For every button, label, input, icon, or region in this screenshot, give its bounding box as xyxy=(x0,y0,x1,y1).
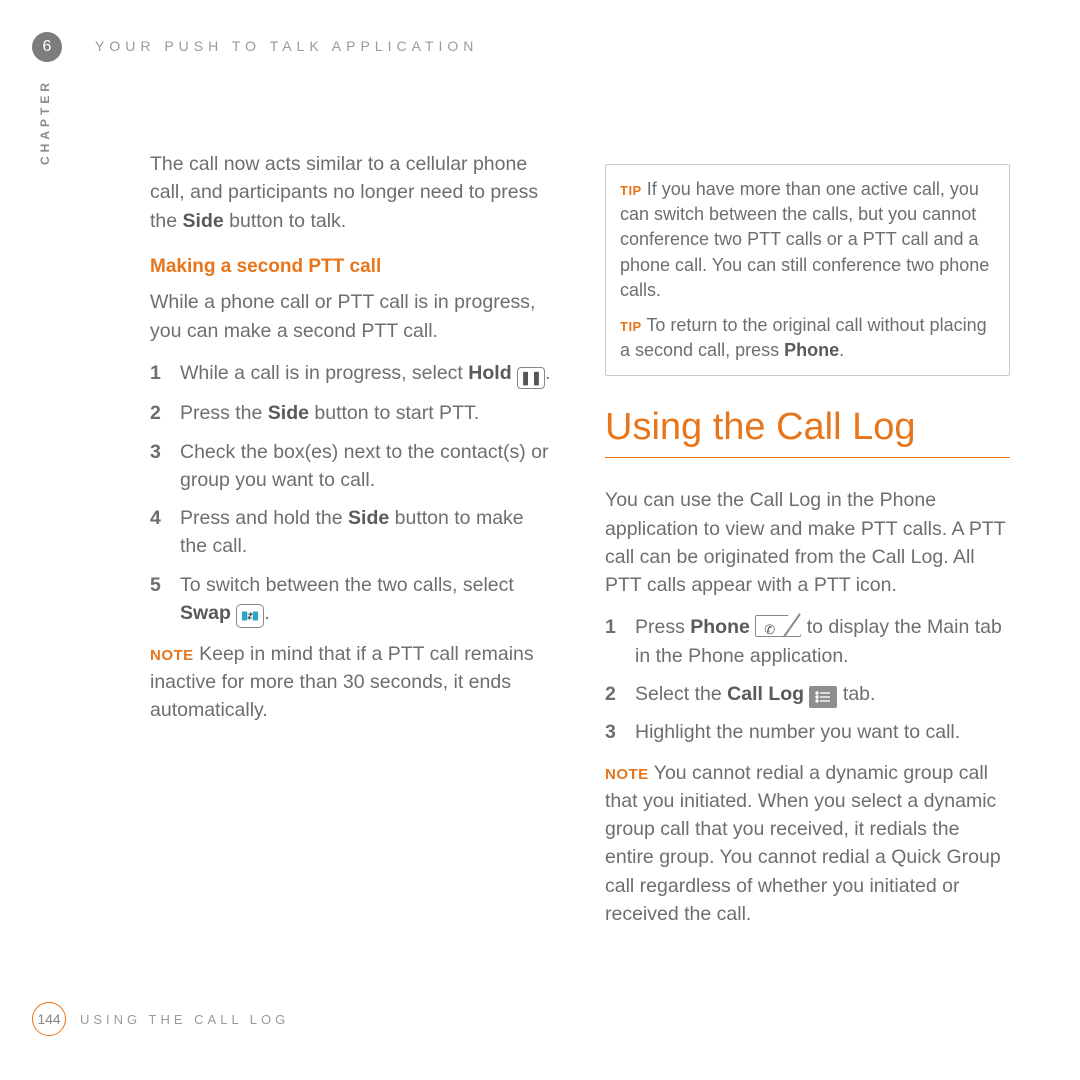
bold-calllog: Call Log xyxy=(727,683,804,705)
text: Press and hold the xyxy=(180,507,348,529)
bold-side: Side xyxy=(183,210,224,232)
bold-side: Side xyxy=(268,402,309,424)
text: button to talk. xyxy=(224,210,347,232)
tip-label: TIP xyxy=(620,183,642,198)
text: tab. xyxy=(843,683,876,705)
bold-phone: Phone xyxy=(690,616,750,638)
page-number: 144 xyxy=(32,1002,66,1036)
phone-key-icon: ✆ xyxy=(755,615,801,637)
note-label: NOTE xyxy=(150,647,194,664)
running-head: YOUR PUSH TO TALK APPLICATION xyxy=(95,38,478,54)
step-3: Highlight the number you want to call. xyxy=(605,718,1010,746)
note-text: Keep in mind that if a PTT call remains … xyxy=(150,643,534,722)
subheading-second-ptt: Making a second PTT call xyxy=(150,253,555,281)
step-3: Check the box(es) next to the contact(s)… xyxy=(150,438,555,495)
text: Press the xyxy=(180,402,268,424)
tip-1: TIP If you have more than one active cal… xyxy=(620,177,995,303)
heading-rule xyxy=(605,457,1010,458)
page-footer: 144 USING THE CALL LOG xyxy=(32,1002,289,1036)
bold-side: Side xyxy=(348,507,389,529)
text: button to start PTT. xyxy=(309,402,479,424)
step-2: Select the Call Log tab. xyxy=(605,680,1010,708)
bold-phone: Phone xyxy=(784,340,839,360)
column-left: The call now acts similar to a cellular … xyxy=(150,150,555,990)
tip-text: If you have more than one active call, y… xyxy=(620,179,989,300)
chapter-label: CHAPTER xyxy=(38,79,52,165)
tip-box: TIP If you have more than one active cal… xyxy=(605,164,1010,376)
tip-2: TIP To return to the original call witho… xyxy=(620,313,995,363)
text: To switch between the two calls, select xyxy=(180,574,514,596)
text: Press xyxy=(635,616,690,638)
calllog-lead: You can use the Call Log in the Phone ap… xyxy=(605,486,1010,599)
column-right: TIP If you have more than one active cal… xyxy=(605,150,1010,990)
calllog-steps: Press Phone ✆ to display the Main tab in… xyxy=(605,613,1010,746)
step-4: Press and hold the Side button to make t… xyxy=(150,504,555,561)
note-text: You cannot redial a dynamic group call t… xyxy=(605,762,1001,925)
step-1: While a call is in progress, select Hold… xyxy=(150,359,555,389)
text: While a call is in progress, select xyxy=(180,362,468,384)
bold-swap: Swap xyxy=(180,602,231,624)
bold-hold: Hold xyxy=(468,362,511,384)
step-5: To switch between the two calls, select … xyxy=(150,571,555,628)
text: Select the xyxy=(635,683,727,705)
hold-icon: ❚❚ xyxy=(517,367,545,389)
lead-paragraph: While a phone call or PTT call is in pro… xyxy=(150,288,555,345)
note-paragraph: NOTE Keep in mind that if a PTT call rem… xyxy=(150,640,555,725)
tip-label: TIP xyxy=(620,319,642,334)
step-1: Press Phone ✆ to display the Main tab in… xyxy=(605,613,1010,670)
note-label: NOTE xyxy=(605,766,649,783)
swap-icon xyxy=(236,604,264,628)
page-body: The call now acts similar to a cellular … xyxy=(150,150,1010,990)
intro-paragraph: The call now acts similar to a cellular … xyxy=(150,150,555,235)
step-2: Press the Side button to start PTT. xyxy=(150,399,555,427)
steps-list: While a call is in progress, select Hold… xyxy=(150,359,555,628)
call-log-icon xyxy=(809,686,837,708)
calllog-note: NOTE You cannot redial a dynamic group c… xyxy=(605,759,1010,929)
section-heading-call-log: Using the Call Log xyxy=(605,400,1010,455)
footer-title: USING THE CALL LOG xyxy=(80,1012,289,1027)
chapter-number-badge: 6 xyxy=(32,32,62,62)
